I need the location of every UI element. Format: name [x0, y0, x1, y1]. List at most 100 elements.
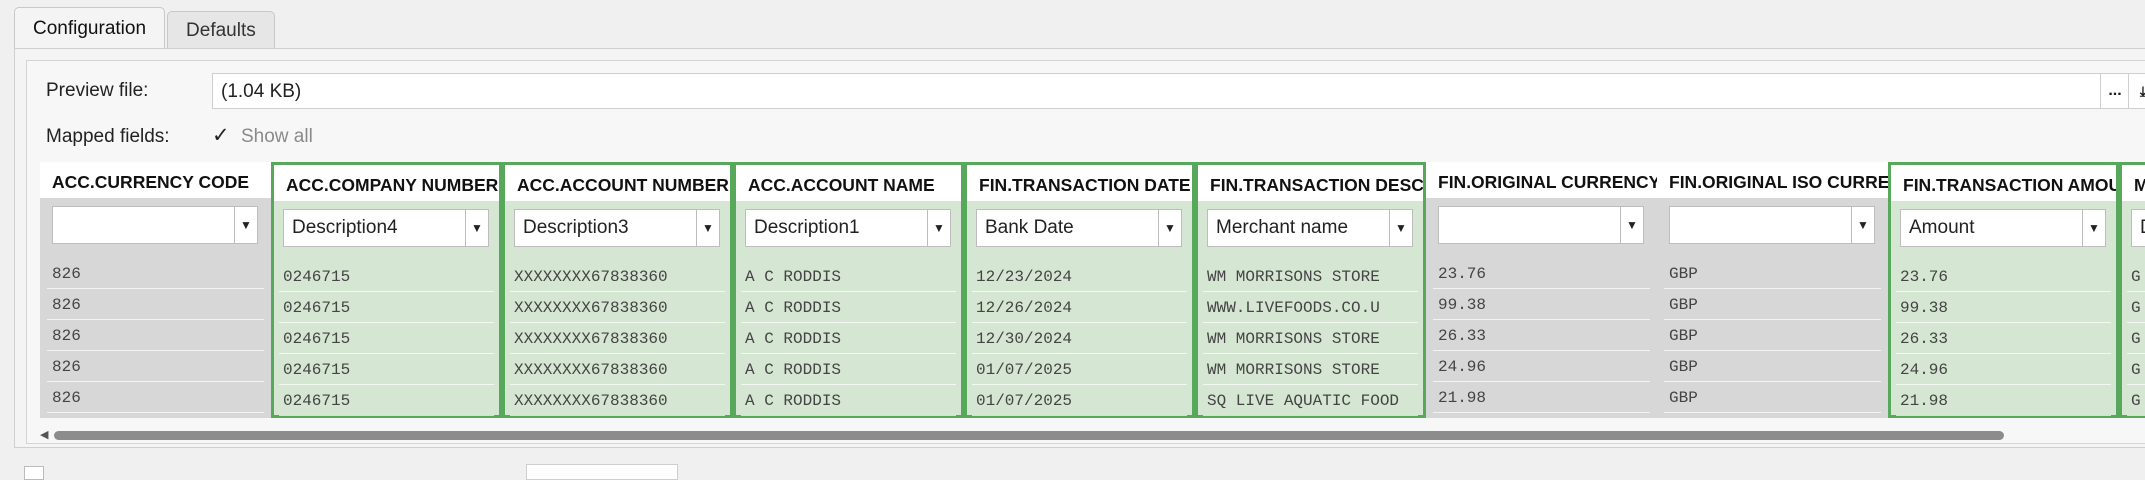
preview-cell: XXXXXXXX67838360 — [510, 385, 725, 416]
mapping-dropdown-value: Merchant name — [1216, 217, 1349, 238]
preview-cell: GBP — [1664, 289, 1881, 320]
grid-column: ACC.CURRENCY CODE ▼ 826 826 826 826 826 — [40, 162, 271, 418]
grid-column: FIN.TRANSACTION DESCRIPTION Merchant name… — [1195, 162, 1426, 418]
bottom-field[interactable] — [526, 464, 678, 480]
preview-cell: XXXXXXXX67838360 — [510, 261, 725, 292]
preview-cell: SQ LIVE AQUATIC FOOD — [1203, 385, 1418, 416]
preview-cell: A C RODDIS — [741, 385, 956, 416]
preview-cell: 24.96 — [1433, 351, 1650, 382]
show-all-checkbox[interactable]: ✓ — [212, 125, 234, 147]
preview-rows: 0246715 0246715 0246715 0246715 0246715 — [274, 261, 499, 416]
preview-cell: 0246715 — [279, 354, 494, 385]
preview-cell: XXXXXXXX67838360 — [510, 292, 725, 323]
scroll-left-icon[interactable]: ◀ — [40, 428, 48, 442]
mapping-dropdown[interactable]: Description3 ▼ — [514, 209, 720, 247]
mapping-dropdown-value: Description1 — [754, 217, 860, 238]
preview-cell: G — [2127, 385, 2145, 416]
mapping-dropdown[interactable]: Amount ▼ — [1900, 209, 2106, 247]
mapping-dropdown-value: Description4 — [292, 217, 398, 238]
column-header: ACC.ACCOUNT NUMBER — [505, 165, 730, 201]
preview-cell: 826 — [47, 320, 264, 351]
scrollbar-thumb[interactable] — [54, 431, 2004, 440]
preview-cell: WM MORRISONS STORE — [1203, 261, 1418, 292]
chevron-down-icon[interactable]: ▼ — [1620, 207, 1643, 243]
grid-column: ACC.ACCOUNT NUMBER Description3 ▼ XXXXXXXX6… — [502, 162, 733, 418]
preview-file-field[interactable]: (1.04 KB) — [212, 73, 2102, 109]
column-header: ACC.COMPANY NUMBER — [274, 165, 499, 201]
preview-cell: 01/07/2025 — [972, 385, 1187, 416]
mapping-dropdown-value: Amount — [1909, 217, 1975, 238]
preview-cell: 99.38 — [1433, 289, 1650, 320]
column-header: FIN.ORIGINAL ISO CURRENCY — [1657, 162, 1888, 198]
tab-configuration[interactable]: Configuration — [14, 7, 166, 49]
column-body: ▼ GBP GBP GBP GBP GBP — [1657, 198, 1888, 418]
preview-rows: WM MORRISONS STORE WWW.LIVEFOODS.CO.U WM M… — [1198, 261, 1423, 416]
mapping-dropdown[interactable]: Description4 ▼ — [283, 209, 489, 247]
show-all-label[interactable]: Show all — [241, 126, 313, 148]
preview-cell: 99.38 — [1896, 292, 2111, 323]
mapping-dropdown[interactable]: ▼ — [1669, 206, 1875, 244]
column-body: Bank Date ▼ 12/23/2024 12/26/2024 12/30/2024… — [967, 201, 1192, 416]
column-header: ACC.CURRENCY CODE — [40, 162, 271, 198]
mapping-grid: ACC.CURRENCY CODE ▼ 826 826 826 826 826 ACC.COM… — [40, 162, 2145, 418]
mapping-dropdown-value: Description3 — [523, 217, 629, 238]
chevron-down-icon[interactable]: ▼ — [696, 210, 719, 246]
chevron-down-icon[interactable]: ▼ — [2082, 210, 2105, 246]
bottom-checkbox[interactable] — [24, 466, 44, 480]
preview-rows: GGGGG — [2122, 261, 2145, 416]
mapping-dropdown[interactable]: Merchant name ▼ — [1207, 209, 1413, 247]
chevron-down-icon[interactable]: ▼ — [234, 207, 257, 243]
preview-cell: 01/07/2025 — [972, 354, 1187, 385]
preview-rows: 826 826 826 826 826 — [40, 258, 271, 413]
grid-column: FIN.ORIGINAL CURRENCY ▼ 23.76 99.38 26.33 24.… — [1426, 162, 1657, 418]
preview-cell: 826 — [47, 289, 264, 320]
preview-rows: GBP GBP GBP GBP GBP — [1657, 258, 1888, 413]
preview-cell: A C RODDIS — [741, 323, 956, 354]
chevron-down-icon[interactable]: ▼ — [465, 210, 488, 246]
grid-column: FIN.ORIGINAL ISO CURRENCY▼GBPGBPGBPGBPGB… — [1657, 162, 1888, 418]
mapped-fields-label: Mapped fields: — [46, 126, 170, 147]
preview-rows: 12/23/2024 12/26/2024 12/30/2024 01/07/2025… — [967, 261, 1192, 416]
preview-cell: XXXXXXXX67838360 — [510, 323, 725, 354]
preview-cell: A C RODDIS — [741, 292, 956, 323]
chevron-down-icon[interactable]: ▼ — [1851, 207, 1874, 243]
preview-cell: 826 — [47, 258, 264, 289]
preview-cell: 23.76 — [1433, 258, 1650, 289]
preview-cell: GBP — [1664, 351, 1881, 382]
preview-cell: 12/23/2024 — [972, 261, 1187, 292]
download-icon[interactable]: ⤓ — [2128, 73, 2145, 109]
preview-file-label: Preview file: — [46, 80, 149, 101]
mapping-dropdown[interactable]: Description1 ▼ — [745, 209, 951, 247]
preview-rows: XXXXXXXX67838360 XXXXXXXX67838360 XXXXXXXX… — [505, 261, 730, 416]
chevron-down-icon[interactable]: ▼ — [1389, 210, 1412, 246]
column-header: M — [2122, 165, 2145, 201]
chevron-down-icon[interactable]: ▼ — [1158, 210, 1181, 246]
preview-cell: 0246715 — [279, 261, 494, 292]
preview-cell: 24.96 — [1896, 354, 2111, 385]
preview-rows: 23.76 99.38 26.33 24.96 21.98 — [1426, 258, 1657, 413]
preview-cell: 12/30/2024 — [972, 323, 1187, 354]
browse-button[interactable]: ... — [2100, 73, 2130, 109]
checkmark-icon: ✓ — [212, 124, 230, 147]
preview-cell: 0246715 — [279, 292, 494, 323]
column-body: Merchant name ▼ WM MORRISONS STORE WWW.LIVE… — [1198, 201, 1423, 416]
mapping-dropdown[interactable]: ▼ — [52, 206, 258, 244]
preview-cell: 12/26/2024 — [972, 292, 1187, 323]
column-body: Description3 ▼ XXXXXXXX67838360 XXXXXXXX678… — [505, 201, 730, 416]
mapping-dropdown[interactable]: ▼ — [1438, 206, 1644, 244]
preview-cell: A C RODDIS — [741, 261, 956, 292]
mapping-dropdown[interactable]: D▼ — [2131, 209, 2145, 247]
mapping-dropdown[interactable]: Bank Date ▼ — [976, 209, 1182, 247]
grid-column: FIN.TRANSACTION AMOUNTAmount▼23.7699.382… — [1888, 162, 2119, 418]
column-header: FIN.ORIGINAL CURRENCY — [1426, 162, 1657, 198]
chevron-down-icon[interactable]: ▼ — [927, 210, 950, 246]
preview-cell: 21.98 — [1896, 385, 2111, 416]
tab-defaults[interactable]: Defaults — [167, 11, 275, 49]
horizontal-scrollbar[interactable]: ◀ — [40, 428, 2145, 442]
preview-cell: 0246715 — [279, 323, 494, 354]
preview-cell: 826 — [47, 351, 264, 382]
tab-bar: Configuration Defaults — [14, 7, 277, 49]
preview-cell: A C RODDIS — [741, 354, 956, 385]
column-header: FIN.TRANSACTION DATE — [967, 165, 1192, 201]
preview-cell: WM MORRISONS STORE — [1203, 354, 1418, 385]
